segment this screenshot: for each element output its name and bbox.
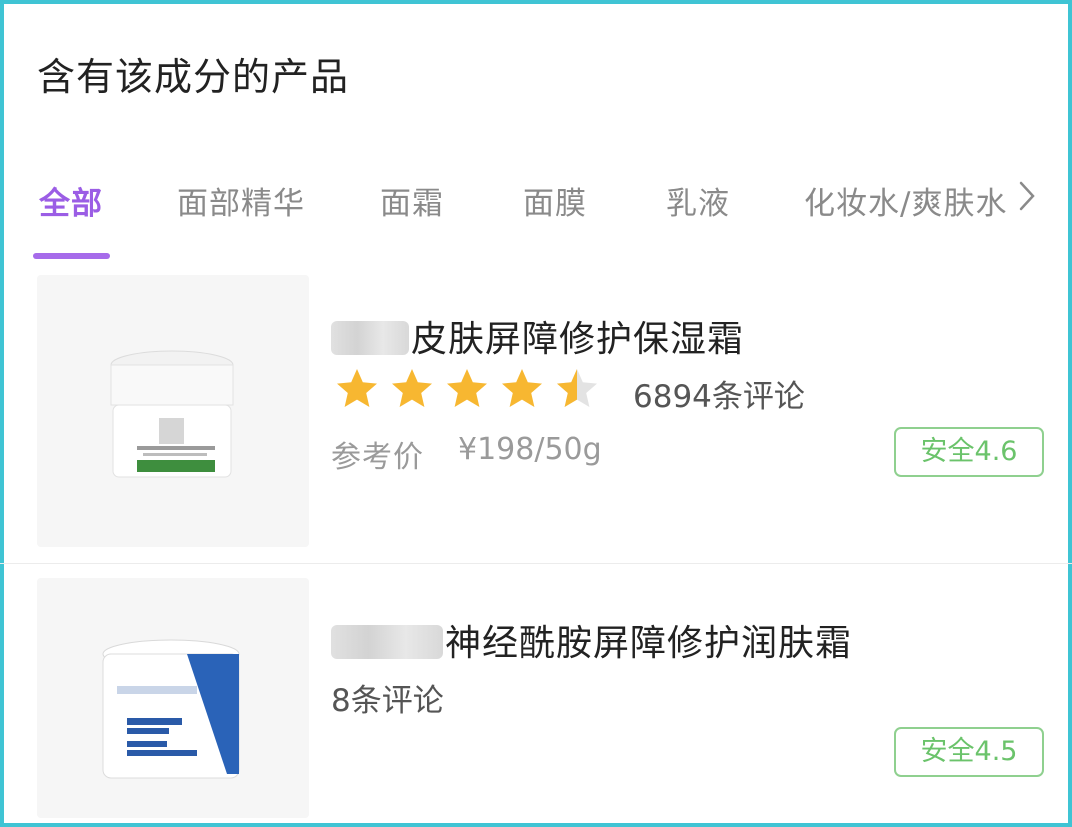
product-image[interactable]	[37, 275, 309, 547]
safety-badge[interactable]: 安全4.6	[894, 427, 1044, 477]
review-count[interactable]: 6894条评论	[633, 371, 805, 416]
category-tabs: 全部 面部精华 面霜 面膜 乳液 化妆水/爽肤水	[0, 178, 1072, 262]
active-tab-indicator	[33, 253, 110, 259]
tab-toner[interactable]: 化妆水/爽肤水	[804, 178, 1007, 223]
product-name[interactable]: 神经酰胺屏障修护润肤霜	[331, 614, 852, 666]
tab-face-serum[interactable]: 面部精华	[177, 178, 305, 223]
price-value: ¥198/50g	[458, 432, 602, 467]
star-half-icon	[557, 369, 597, 407]
tab-face-cream[interactable]: 面霜	[380, 178, 444, 223]
blurred-brand	[331, 625, 443, 659]
tab-all[interactable]: 全部	[39, 178, 103, 223]
star-full-icon	[337, 369, 377, 407]
product-name[interactable]: 皮肤屏障修护保湿霜	[331, 310, 744, 362]
product-image[interactable]	[37, 578, 309, 818]
blurred-brand	[331, 321, 409, 355]
chevron-right-icon[interactable]	[1016, 178, 1038, 222]
review-count[interactable]: 8条评论	[331, 675, 444, 720]
divider	[0, 563, 1072, 564]
safety-badge[interactable]: 安全4.5	[894, 727, 1044, 777]
star-full-icon	[447, 369, 487, 407]
section-title: 含有该成分的产品	[37, 55, 350, 99]
tab-face-mask[interactable]: 面膜	[523, 178, 587, 223]
star-full-icon	[392, 369, 432, 407]
tab-lotion[interactable]: 乳液	[666, 178, 730, 223]
star-full-icon	[502, 369, 542, 407]
price-label: 参考价	[331, 440, 424, 475]
